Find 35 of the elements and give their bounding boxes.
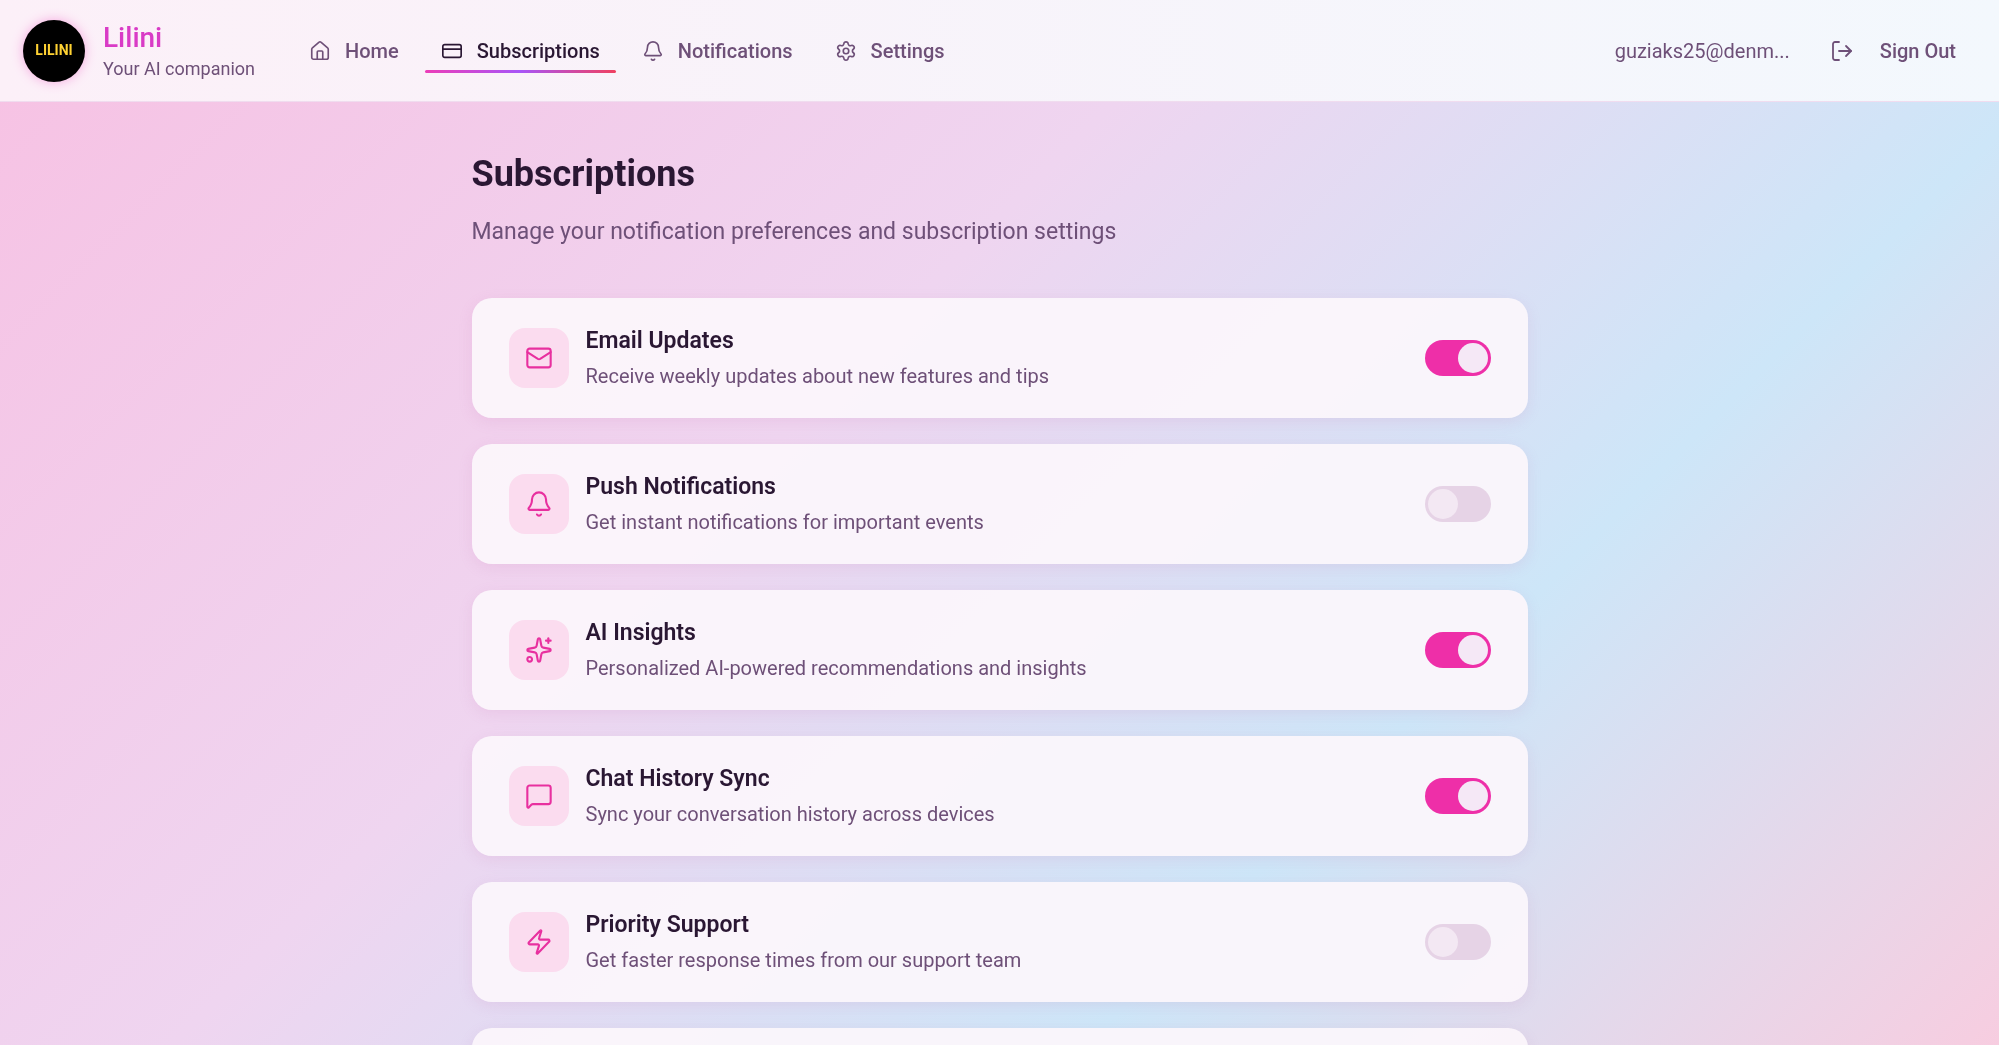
toggle-switch[interactable] [1424, 777, 1491, 814]
brand-name: Lilini [103, 19, 164, 55]
setting-title: Email Updates [585, 326, 735, 357]
envelope-icon [508, 327, 569, 388]
setting-title: Push Notifications [585, 472, 777, 503]
user-email: guziaks25@denm... [1614, 37, 1790, 65]
toggle-switch[interactable] [1424, 485, 1491, 522]
toggle-switch[interactable] [1424, 631, 1491, 668]
setting-title: Priority Support [585, 910, 750, 941]
nav-tab[interactable]: Home [293, 0, 415, 101]
bell-icon [641, 39, 664, 62]
logo: LILINI [23, 19, 85, 82]
lightning-icon [508, 911, 569, 972]
toggle-switch[interactable] [1424, 339, 1491, 376]
setting-description: Personalized AI-powered recommendations and insights [585, 654, 1087, 682]
nav-tab[interactable]: Notifications [625, 0, 809, 101]
nav-tab[interactable]: Subscriptions [424, 0, 616, 101]
setting-description: Get instant notifications for important events [585, 508, 984, 536]
sign-out-icon [1829, 38, 1854, 63]
setting-description: Receive weekly updates about new features and tips [585, 362, 1050, 390]
setting-title: AI Insights [585, 618, 697, 649]
settings-icon [834, 39, 857, 62]
nav-tab[interactable]: Settings [818, 0, 961, 101]
bell-icon [508, 473, 569, 534]
setting-description: Sync your conversation history across devices [585, 800, 995, 828]
toggle-switch[interactable] [1424, 923, 1491, 960]
sparkles-icon [508, 619, 569, 680]
home-icon [309, 39, 331, 62]
page-subtitle: Manage your notification preferences and subscription settings [471, 217, 1118, 247]
sign-out-button[interactable]: Sign Out [1829, 35, 1956, 66]
brand-tagline: Your AI companion [103, 56, 255, 81]
setting-description: Get faster response times from our support team [585, 946, 1022, 974]
page-title: Subscriptions [471, 152, 696, 197]
chat-bubble-icon [508, 765, 569, 826]
setting-title: Chat History Sync [585, 764, 771, 795]
